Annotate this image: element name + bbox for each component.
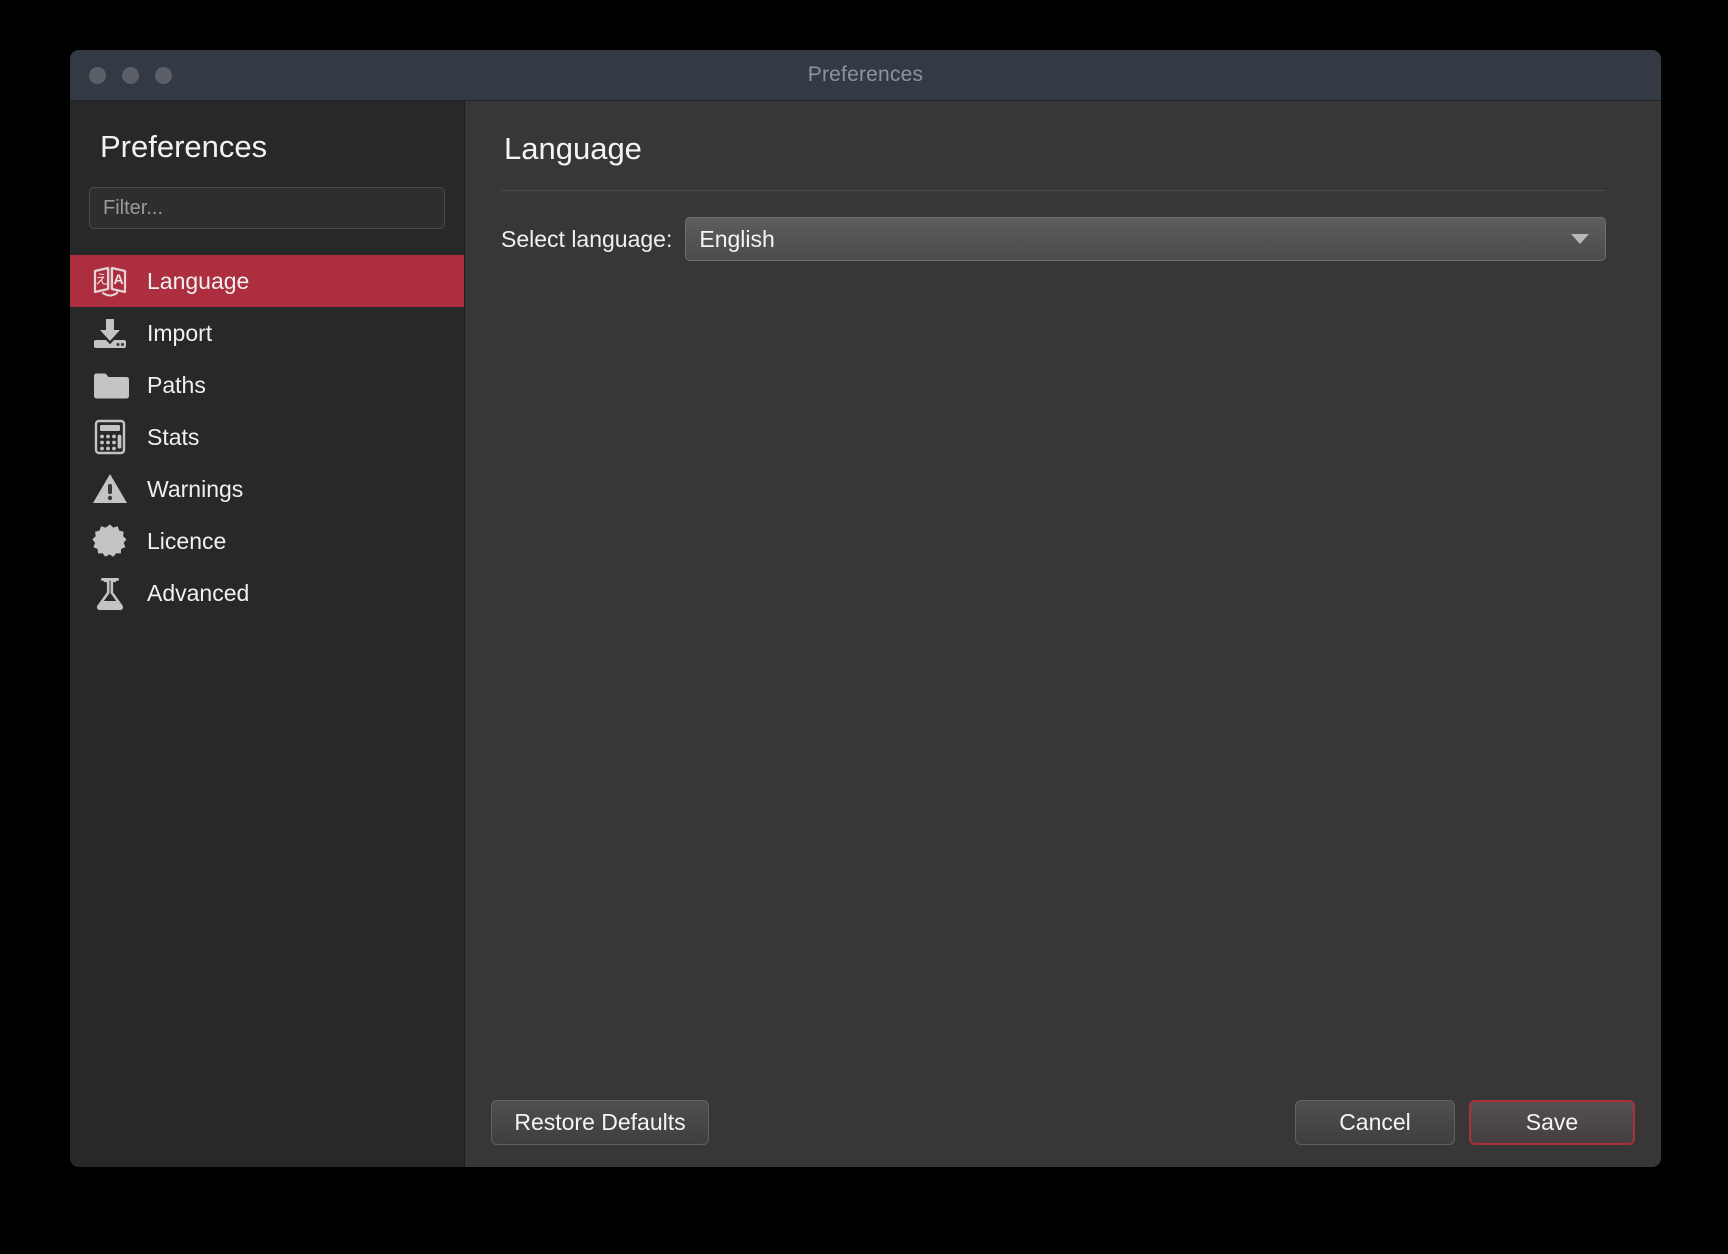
restore-defaults-button[interactable]: Restore Defaults [491, 1100, 709, 1145]
sidebar-item-label: Paths [147, 371, 206, 398]
sidebar-item-advanced[interactable]: Advanced [70, 567, 464, 619]
filter-field-wrapper [70, 187, 464, 229]
translate-icon: え A [89, 260, 131, 302]
sidebar-item-label: Advanced [147, 579, 250, 606]
sidebar-item-label: Stats [147, 423, 200, 450]
traffic-light-group [89, 66, 172, 84]
zoom-button-icon[interactable] [155, 66, 172, 84]
chevron-down-icon [1571, 234, 1589, 244]
select-language-label: Select language: [501, 225, 673, 252]
sidebar-item-label: Warnings [147, 475, 244, 502]
filter-input[interactable] [89, 187, 445, 229]
preferences-window: Preferences Preferences え A [70, 50, 1661, 1167]
sidebar-item-paths[interactable]: Paths [70, 359, 464, 411]
window-titlebar: Preferences [70, 50, 1661, 101]
close-button-icon[interactable] [89, 66, 106, 84]
seal-badge-icon [89, 520, 131, 562]
window-body: Preferences え A [70, 101, 1661, 1167]
language-select[interactable]: English [685, 217, 1606, 261]
sidebar-item-stats[interactable]: Stats [70, 411, 464, 463]
page-title: Language [504, 131, 642, 166]
dialog-footer: Restore Defaults Cancel Save [465, 1100, 1661, 1167]
warning-triangle-icon [89, 468, 131, 510]
svg-text:A: A [113, 271, 123, 287]
language-field-row: Select language: English [501, 217, 1606, 261]
folder-icon [89, 364, 131, 406]
flask-icon [89, 572, 131, 614]
content-body: Language Select language: English [465, 101, 1661, 1100]
sidebar-item-warnings[interactable]: Warnings [70, 463, 464, 515]
cancel-button[interactable]: Cancel [1295, 1100, 1455, 1145]
sidebar-item-licence[interactable]: Licence [70, 515, 464, 567]
sidebar-item-label: Import [147, 319, 213, 346]
sidebar-item-label: Licence [147, 527, 227, 554]
sidebar-item-label: Language [147, 267, 250, 294]
sidebar-nav-list: え A Language Import Paths Stats Warnings… [70, 255, 464, 619]
window-title: Preferences [807, 63, 924, 86]
minimize-button-icon[interactable] [122, 66, 139, 84]
sidebar-item-import[interactable]: Import [70, 307, 464, 359]
sidebar-heading: Preferences [100, 129, 268, 164]
download-tray-icon [89, 312, 131, 354]
calculator-icon [89, 416, 131, 458]
language-select-value: English [699, 225, 775, 252]
sidebar-item-language[interactable]: え A Language [70, 255, 464, 307]
save-button[interactable]: Save [1469, 1100, 1635, 1145]
preferences-sidebar: Preferences え A [70, 101, 465, 1167]
svg-text:え: え [95, 273, 108, 288]
title-divider [501, 190, 1606, 191]
preferences-content-panel: Language Select language: English Restor… [465, 101, 1661, 1167]
